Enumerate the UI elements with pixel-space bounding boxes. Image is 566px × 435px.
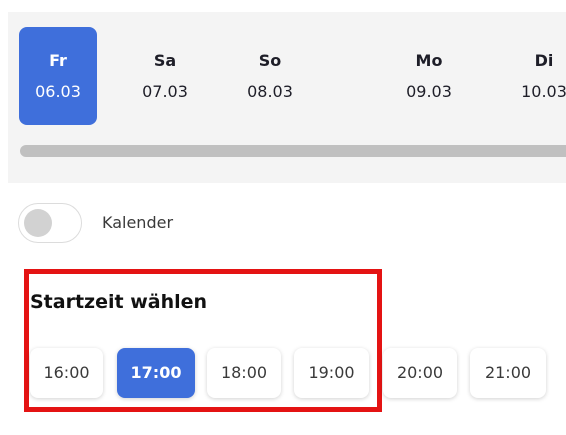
time-slot-1600[interactable]: 16:00 — [30, 348, 103, 398]
date-option-so[interactable]: So 08.03 — [231, 27, 309, 125]
day-date: 09.03 — [406, 82, 452, 101]
start-time-title: Startzeit wählen — [30, 291, 208, 313]
date-option-fr[interactable]: Fr 06.03 — [19, 27, 97, 125]
time-slot-1700[interactable]: 17:00 — [117, 348, 195, 398]
calendar-toggle[interactable] — [18, 203, 82, 243]
day-date: 08.03 — [247, 82, 293, 101]
day-date: 07.03 — [142, 82, 188, 101]
day-name: So — [258, 51, 282, 70]
date-scrollbar[interactable] — [20, 145, 566, 157]
day-date: 06.03 — [35, 82, 81, 101]
toggle-knob — [24, 209, 52, 237]
time-slot-1900[interactable]: 19:00 — [294, 348, 369, 398]
day-name: Fr — [49, 51, 67, 70]
day-date: 10.03 — [521, 82, 566, 101]
calendar-toggle-label: Kalender — [102, 213, 174, 232]
date-option-mo[interactable]: Mo 09.03 — [390, 27, 468, 125]
day-name: Di — [534, 51, 554, 70]
time-slot-2000[interactable]: 20:00 — [383, 348, 457, 398]
day-name: Sa — [153, 51, 177, 70]
day-name: Mo — [415, 51, 443, 70]
date-option-di[interactable]: Di 10.03 — [505, 27, 566, 125]
date-selector: Fr 06.03 Sa 07.03 So 08.03 Mo 09.03 Di 1… — [8, 12, 566, 183]
date-option-sa[interactable]: Sa 07.03 — [126, 27, 204, 125]
time-slot-1800[interactable]: 18:00 — [207, 348, 281, 398]
booking-page: Fr 06.03 Sa 07.03 So 08.03 Mo 09.03 Di 1… — [0, 0, 566, 435]
time-slot-2100[interactable]: 21:00 — [470, 348, 546, 398]
